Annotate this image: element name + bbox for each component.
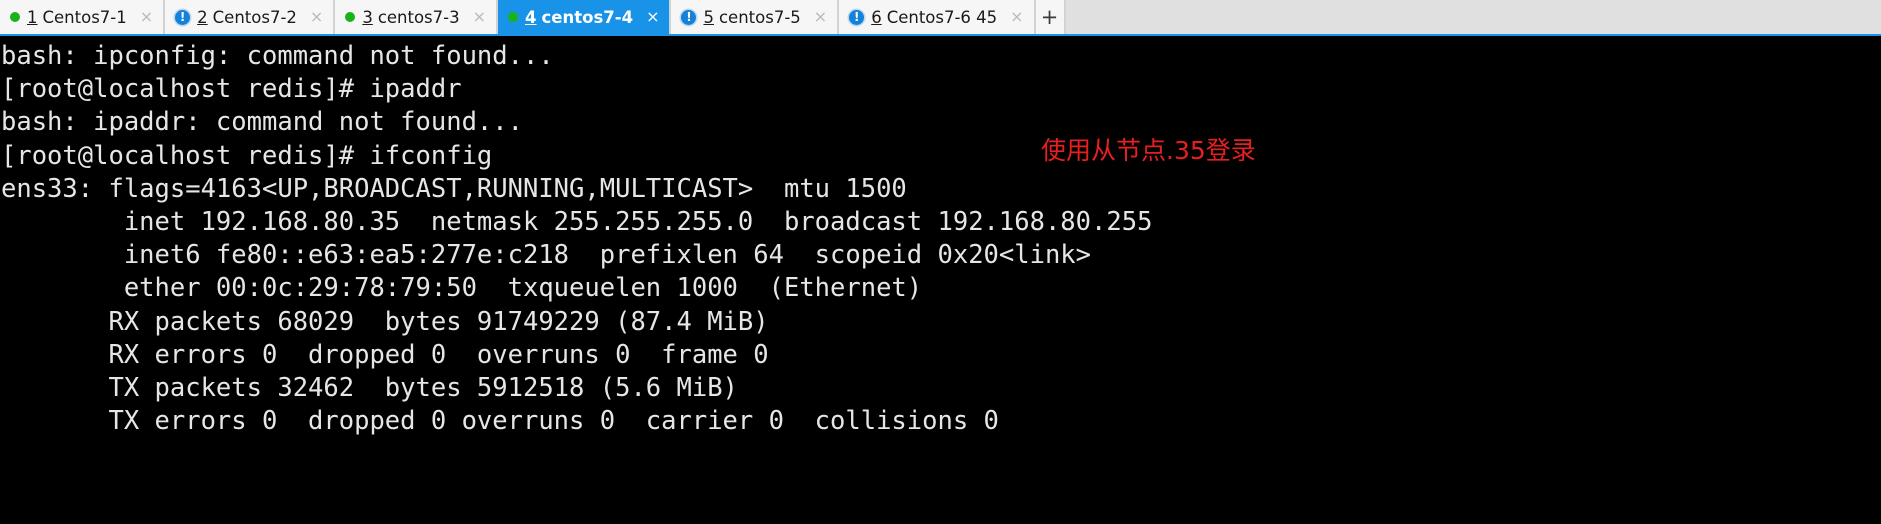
tab-index: 2 [197,7,208,27]
tab-title: centos7-5 [718,7,801,27]
tab-title: Centos7-1 [42,7,127,27]
tab-title: centos7-4 [541,7,634,27]
terminal-panel[interactable]: bash: ipconfig: command not found... [ro… [0,38,1881,524]
tab-centos7-6-45[interactable]: 6Centos7-6 45 × [839,0,1036,34]
tab-title: Centos7-2 [212,7,297,27]
close-icon[interactable]: × [140,9,153,25]
close-icon[interactable]: × [473,9,486,25]
green-dot-icon [508,12,519,22]
tab-title: Centos7-6 45 [886,7,998,27]
blue-alert-icon [681,9,697,25]
blue-alert-icon [849,9,865,25]
tab-title: centos7-3 [377,7,460,27]
tab-centos7-5[interactable]: 5centos7-5 × [671,0,840,34]
tab-bar: 1Centos7-1×2Centos7-2×3centos7-3×4centos… [0,0,1881,36]
green-dot-icon [345,12,356,22]
close-icon[interactable]: × [310,9,323,25]
tab-centos7-1[interactable]: 1 Centos7-1 × [0,0,166,34]
close-icon[interactable]: × [1010,9,1023,25]
close-icon[interactable]: × [814,9,827,25]
blue-alert-icon [175,9,191,25]
terminal-output: bash: ipconfig: command not found... [ro… [1,41,1153,437]
tab-centos7-2[interactable]: 2Centos7-2 × [165,0,336,34]
green-dot-icon [10,12,20,22]
tab-centos7-3[interactable]: 3 centos7-3 × [335,0,499,34]
tab-index: 6 [871,7,882,27]
tab-bar-empty-space [1065,0,1881,34]
new-tab-button[interactable]: + [1035,0,1066,34]
tab-index: 4 [525,7,537,27]
plus-icon: + [1040,5,1059,29]
close-icon[interactable]: × [646,9,659,25]
tab-index: 3 [362,7,373,27]
annotation-text: 使用从节点.35登录 [1041,136,1256,165]
tab-centos7-4[interactable]: 4 centos7-4 × [498,0,672,34]
tab-index: 1 [27,7,38,27]
tab-index: 5 [703,7,714,27]
